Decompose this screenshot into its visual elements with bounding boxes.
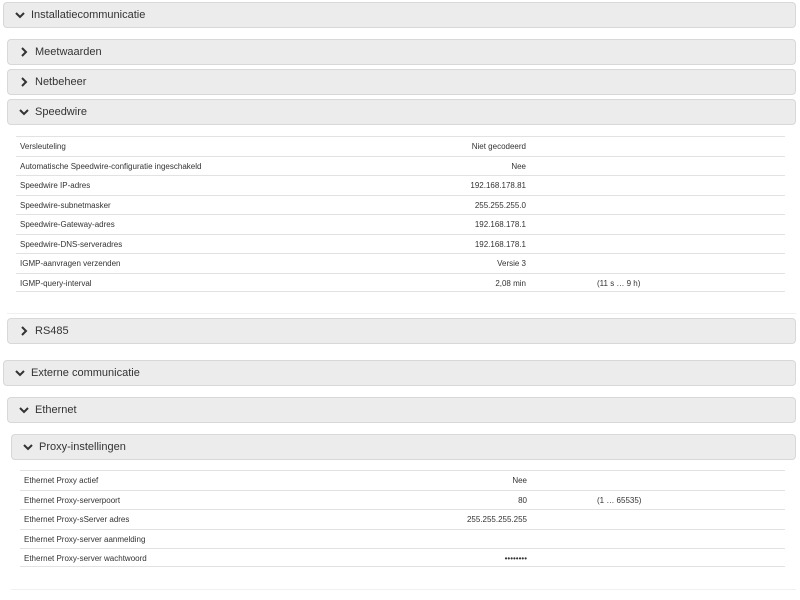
- row-label: Ethernet Proxy-server aanmelding: [24, 534, 146, 544]
- row-value: Nee: [512, 476, 527, 485]
- chevron-down-icon: [21, 440, 35, 454]
- divider: [11, 589, 796, 590]
- table-row: Ethernet Proxy-server aanmelding: [20, 528, 785, 548]
- section-installatiecommunicatie[interactable]: Installatiecommunicatie: [3, 2, 796, 28]
- table-row: IGMP-query-interval 2,08 min (11 s … 9 h…: [16, 272, 785, 292]
- row-value: 192.168.178.1: [474, 220, 526, 229]
- table-row: Ethernet Proxy-server wachtwoord •••••••…: [20, 548, 785, 567]
- row-value: 255.255.255.255: [466, 515, 527, 524]
- row-value: Nee: [511, 161, 526, 171]
- table-row: Ethernet Proxy-serverpoort 80 (1 … 65535…: [20, 489, 785, 509]
- section-label: Installatiecommunicatie: [31, 9, 146, 21]
- row-value: 192.168.178.1: [474, 239, 526, 249]
- chevron-right-icon: [17, 45, 31, 59]
- section-label: Proxy-instellingen: [39, 441, 126, 453]
- row-label: Speedwire-subnetmasker: [20, 200, 111, 210]
- table-row: Ethernet Proxy-sServer adres 255.255.255…: [20, 509, 785, 528]
- section-rs485[interactable]: RS485: [7, 318, 796, 344]
- row-label: Ethernet Proxy-server wachtwoord: [24, 554, 147, 563]
- row-value: Niet gecodeerd: [471, 142, 526, 151]
- row-label: Ethernet Proxy-sServer adres: [24, 515, 130, 524]
- row-label: IGMP-aanvragen verzenden: [20, 259, 121, 268]
- section-proxy-instellingen[interactable]: Proxy-instellingen: [11, 434, 796, 460]
- row-label: IGMP-query-interval: [20, 278, 92, 288]
- section-label: Externe communicatie: [31, 367, 140, 379]
- chevron-right-icon: [17, 324, 31, 338]
- section-netbeheer[interactable]: Netbeheer: [7, 69, 796, 95]
- row-label: Speedwire-DNS-serveradres: [20, 239, 123, 249]
- chevron-right-icon: [17, 75, 31, 89]
- table-row: Speedwire-DNS-serveradres 192.168.178.1: [16, 233, 785, 253]
- section-externe-communicatie[interactable]: Externe communicatie: [3, 360, 796, 386]
- section-label: RS485: [35, 325, 69, 337]
- row-value: 80: [518, 495, 527, 505]
- section-label: Speedwire: [35, 106, 87, 118]
- row-value: 2,08 min: [495, 278, 526, 288]
- row-range: (11 s … 9 h): [597, 278, 641, 288]
- table-row: Speedwire-Gateway-adres 192.168.178.1: [16, 214, 785, 233]
- chevron-down-icon: [17, 403, 31, 417]
- section-label: Netbeheer: [35, 76, 87, 88]
- chevron-down-icon: [17, 105, 31, 119]
- divider: [7, 313, 796, 314]
- row-label: Speedwire-Gateway-adres: [20, 220, 115, 229]
- password-value: ••••••••: [504, 554, 527, 563]
- table-row: IGMP-aanvragen verzenden Versie 3: [16, 253, 785, 272]
- section-ethernet[interactable]: Ethernet: [7, 397, 796, 423]
- chevron-down-icon: [13, 8, 27, 22]
- table-row: Ethernet Proxy actief Nee: [20, 470, 785, 489]
- row-label: Versleuteling: [20, 142, 66, 151]
- row-label: Speedwire IP-adres: [20, 181, 91, 190]
- table-row: Versleuteling Niet gecodeerd: [16, 136, 785, 155]
- chevron-down-icon: [13, 366, 27, 380]
- row-value: 255.255.255.0: [474, 200, 526, 210]
- row-label: Ethernet Proxy actief: [24, 476, 99, 485]
- section-speedwire[interactable]: Speedwire: [7, 99, 796, 125]
- proxy-table: Ethernet Proxy actief Nee Ethernet Proxy…: [20, 470, 785, 568]
- row-value: Versie 3: [497, 259, 526, 268]
- table-row: Speedwire IP-adres 192.168.178.81: [16, 175, 785, 194]
- section-label: Ethernet: [35, 404, 77, 416]
- row-label: Ethernet Proxy-serverpoort: [24, 495, 121, 505]
- speedwire-table: Versleuteling Niet gecodeerd Automatisch…: [16, 136, 785, 292]
- section-label: Meetwaarden: [35, 46, 102, 58]
- section-meetwaarden[interactable]: Meetwaarden: [7, 39, 796, 65]
- row-range: (1 … 65535): [597, 495, 642, 505]
- table-row: Automatische Speedwire-configuratie inge…: [16, 155, 785, 175]
- table-row: Speedwire-subnetmasker 255.255.255.0: [16, 194, 785, 214]
- row-value: 192.168.178.81: [470, 181, 526, 190]
- row-label: Automatische Speedwire-configuratie inge…: [20, 161, 202, 171]
